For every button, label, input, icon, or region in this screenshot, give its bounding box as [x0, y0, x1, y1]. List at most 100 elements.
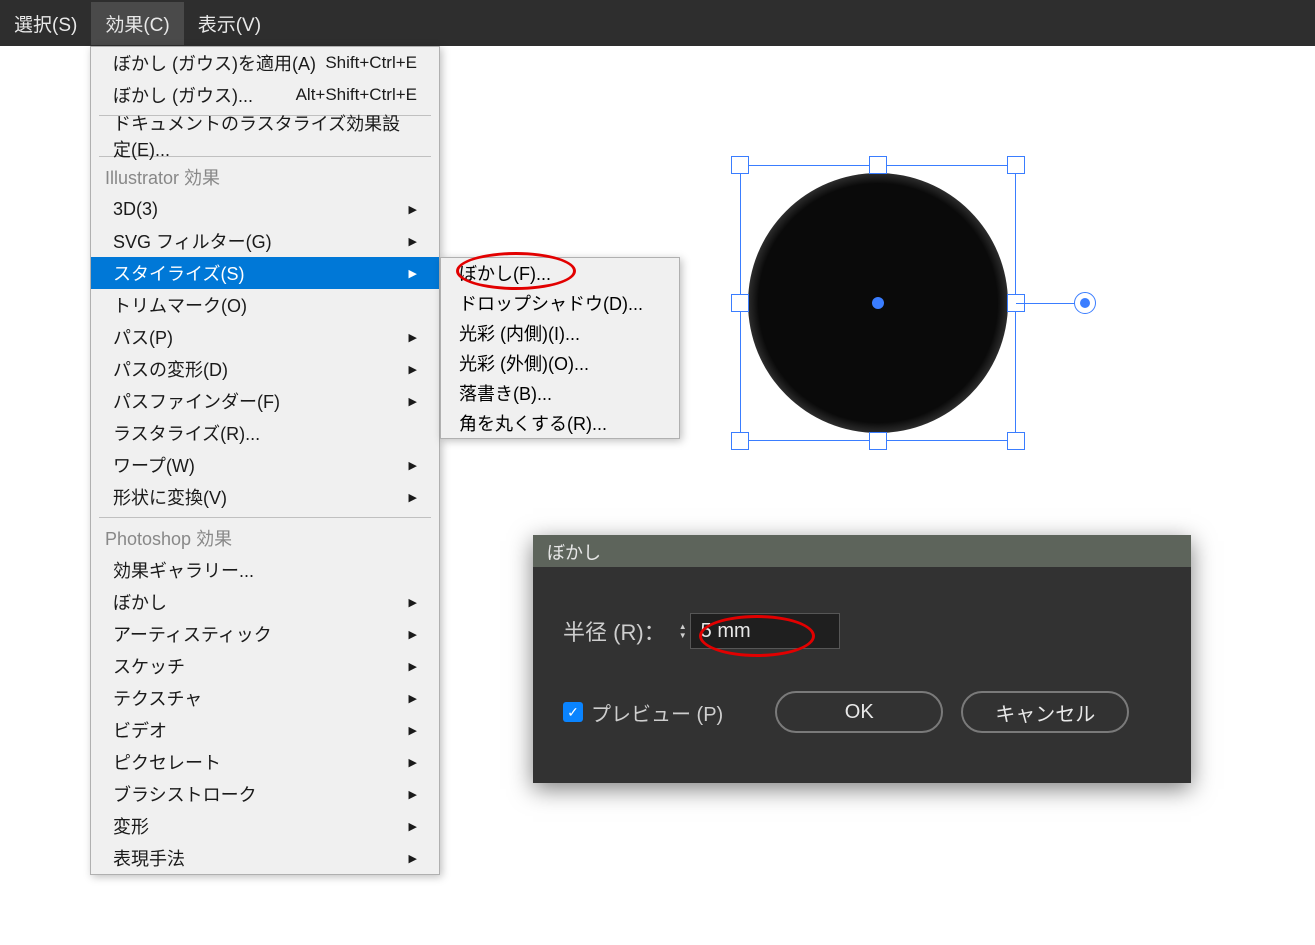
- menu-apply-blur-gauss[interactable]: ぼかし (ガウス)を適用(A) Shift+Ctrl+E: [91, 47, 439, 79]
- label: 3D(3): [113, 199, 158, 220]
- resize-handle-s[interactable]: [869, 432, 887, 450]
- label: トリムマーク(O): [113, 292, 247, 318]
- submenu-outer-glow[interactable]: 光彩 (外側)(O)...: [441, 348, 679, 378]
- menu-path-deform[interactable]: パスの変形(D) ▶: [91, 353, 439, 385]
- menu-svg-filter[interactable]: SVG フィルター(G) ▶: [91, 225, 439, 257]
- label: SVG フィルター(G): [113, 228, 272, 254]
- resize-handle-se[interactable]: [1007, 432, 1025, 450]
- menu-brush-stroke[interactable]: ブラシストローク ▶: [91, 778, 439, 810]
- radius-input[interactable]: [690, 613, 840, 649]
- menu-select[interactable]: 選択(S): [0, 2, 91, 45]
- chevron-right-icon: ▶: [409, 491, 417, 504]
- preview-checkbox-wrap[interactable]: ✓ プレビュー (P): [563, 698, 723, 727]
- menu-texture[interactable]: テクスチャ ▶: [91, 682, 439, 714]
- dialog-title[interactable]: ぼかし: [533, 535, 1191, 567]
- menu-artistic[interactable]: アーティスティック ▶: [91, 618, 439, 650]
- chevron-right-icon: ▶: [409, 660, 417, 673]
- menu-path[interactable]: パス(P) ▶: [91, 321, 439, 353]
- chevron-right-icon: ▶: [409, 395, 417, 408]
- cancel-button[interactable]: キャンセル: [961, 691, 1129, 733]
- menu-expression[interactable]: 表現手法 ▶: [91, 842, 439, 874]
- label: 光彩 (外側)(O)...: [459, 350, 589, 376]
- resize-handle-ne[interactable]: [1007, 156, 1025, 174]
- chevron-right-icon: ▶: [409, 692, 417, 705]
- submenu-drop-shadow[interactable]: ドロップシャドウ(D)...: [441, 288, 679, 318]
- resize-handle-sw[interactable]: [731, 432, 749, 450]
- menu-convert-shape[interactable]: 形状に変換(V) ▶: [91, 481, 439, 513]
- shortcut: Shift+Ctrl+E: [325, 53, 417, 73]
- label: 変形: [113, 813, 149, 839]
- menu-effect[interactable]: 効果(C): [91, 2, 183, 45]
- label: ドロップシャドウ(D)...: [459, 290, 643, 316]
- illustrator-header: Illustrator 効果: [91, 161, 439, 193]
- photoshop-header: Photoshop 効果: [91, 522, 439, 554]
- submenu-blur[interactable]: ぼかし(F)...: [441, 258, 679, 288]
- stepper-down-icon[interactable]: ▼: [676, 632, 690, 640]
- label: ぼかし(F)...: [459, 260, 551, 286]
- label: パス(P): [113, 324, 173, 350]
- label: 光彩 (内側)(I)...: [459, 320, 580, 346]
- menu-blur-gauss[interactable]: ぼかし (ガウス)... Alt+Shift+Ctrl+E: [91, 79, 439, 111]
- label: ブラシストローク: [113, 781, 257, 807]
- resize-handle-w[interactable]: [731, 294, 749, 312]
- label: パスファインダー(F): [113, 388, 280, 414]
- resize-handle-nw[interactable]: [731, 156, 749, 174]
- menu-pathfinder[interactable]: パスファインダー(F) ▶: [91, 385, 439, 417]
- menu-warp[interactable]: ワープ(W) ▶: [91, 449, 439, 481]
- label: スケッチ: [113, 653, 185, 679]
- chevron-right-icon: ▶: [409, 788, 417, 801]
- label: ぼかし: [113, 589, 167, 615]
- menu-rasterize[interactable]: ラスタライズ(R)...: [91, 417, 439, 449]
- submenu-scribble[interactable]: 落書き(B)...: [441, 378, 679, 408]
- chevron-right-icon: ▶: [409, 596, 417, 609]
- center-point[interactable]: [872, 297, 884, 309]
- submenu-round-corner[interactable]: 角を丸くする(R)...: [441, 408, 679, 438]
- menu-effect-gallery[interactable]: 効果ギャラリー...: [91, 554, 439, 586]
- submenu-inner-glow[interactable]: 光彩 (内側)(I)...: [441, 318, 679, 348]
- dialog-actions: ✓ プレビュー (P) OK キャンセル: [563, 691, 1161, 733]
- chevron-right-icon: ▶: [409, 628, 417, 641]
- menu-sketch[interactable]: スケッチ ▶: [91, 650, 439, 682]
- dialog-body: 半径 (R)： ▲ ▼ ✓ プレビュー (P) OK キャンセル: [533, 567, 1191, 753]
- menu-deform[interactable]: 変形 ▶: [91, 810, 439, 842]
- chevron-right-icon: ▶: [409, 724, 417, 737]
- stylize-submenu: ぼかし(F)... ドロップシャドウ(D)... 光彩 (内側)(I)... 光…: [440, 257, 680, 439]
- menu-doc-raster[interactable]: ドキュメントのラスタライズ効果設定(E)...: [91, 120, 439, 152]
- chevron-right-icon: ▶: [409, 203, 417, 216]
- rotate-stem: [1016, 303, 1078, 304]
- menu-blur-ps[interactable]: ぼかし ▶: [91, 586, 439, 618]
- chevron-right-icon: ▶: [409, 331, 417, 344]
- rotate-handle[interactable]: [1074, 292, 1096, 314]
- label: テクスチャ: [113, 685, 202, 711]
- chevron-right-icon: ▶: [409, 820, 417, 833]
- menubar: 選択(S) 効果(C) 表示(V): [0, 0, 1315, 46]
- menu-pixelate[interactable]: ピクセレート ▶: [91, 746, 439, 778]
- label: ワープ(W): [113, 452, 195, 478]
- label: ラスタライズ(R)...: [113, 420, 260, 446]
- radius-stepper[interactable]: ▲ ▼: [676, 623, 690, 640]
- chevron-right-icon: ▶: [409, 267, 417, 280]
- label: Photoshop 効果: [105, 525, 232, 551]
- menu-view[interactable]: 表示(V): [184, 2, 275, 45]
- label: ぼかし (ガウス)を適用(A): [113, 50, 316, 76]
- menu-stylize[interactable]: スタイライズ(S) ▶: [91, 257, 439, 289]
- chevron-right-icon: ▶: [409, 852, 417, 865]
- stepper-up-icon[interactable]: ▲: [676, 623, 690, 631]
- label: パスの変形(D): [113, 356, 228, 382]
- blur-dialog: ぼかし 半径 (R)： ▲ ▼ ✓ プレビュー (P) OK キャンセル: [533, 535, 1191, 783]
- label: ビデオ: [113, 717, 167, 743]
- label: ぼかし (ガウス)...: [113, 82, 253, 108]
- menu-trim-mark[interactable]: トリムマーク(O): [91, 289, 439, 321]
- chevron-right-icon: ▶: [409, 459, 417, 472]
- check-icon: ✓: [567, 704, 579, 721]
- ok-button[interactable]: OK: [775, 691, 943, 733]
- chevron-right-icon: ▶: [409, 756, 417, 769]
- label: 形状に変換(V): [113, 484, 227, 510]
- menu-video[interactable]: ビデオ ▶: [91, 714, 439, 746]
- menu-3d[interactable]: 3D(3) ▶: [91, 193, 439, 225]
- label: ドキュメントのラスタライズ効果設定(E)...: [113, 110, 417, 162]
- radius-row: 半径 (R)： ▲ ▼: [563, 613, 1161, 649]
- label: 角を丸くする(R)...: [459, 410, 607, 436]
- resize-handle-n[interactable]: [869, 156, 887, 174]
- preview-checkbox[interactable]: ✓: [563, 702, 583, 722]
